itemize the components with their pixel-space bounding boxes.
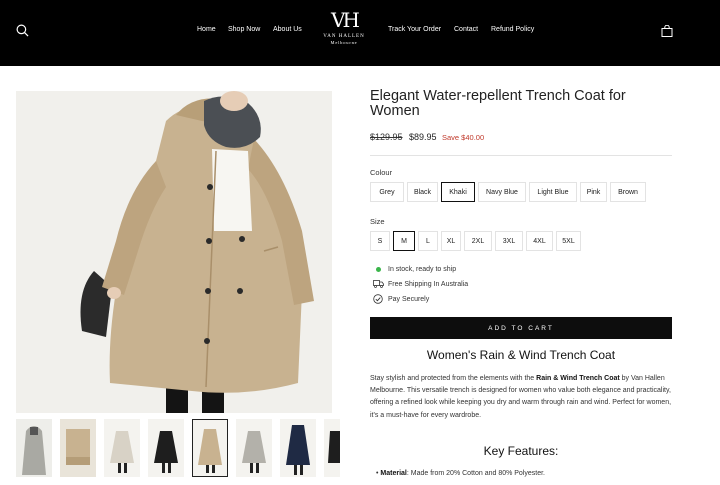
thumbnail-1[interactable] xyxy=(16,419,52,477)
size-option-5xl[interactable]: 5XL xyxy=(556,231,581,251)
product-main-image[interactable] xyxy=(16,91,332,413)
stock-status: In stock, ready to ship xyxy=(372,266,456,273)
thumbnail-strip xyxy=(16,419,340,477)
thumbnail-7[interactable] xyxy=(280,419,316,477)
nav-contact[interactable]: Contact xyxy=(454,26,478,33)
colour-option-khaki[interactable]: Khaki xyxy=(441,182,475,202)
description-heading: Women's Rain & Wind Trench Coat xyxy=(426,348,616,362)
shopping-bag-icon[interactable] xyxy=(661,25,673,37)
size-option-3xl[interactable]: 3XL xyxy=(495,231,523,251)
key-feature-item: • Material: Made from 20% Cotton and 80%… xyxy=(376,470,546,477)
colour-label: Colour xyxy=(370,168,393,177)
key-features-heading: Key Features: xyxy=(483,444,559,458)
shipping-info: Free Shipping In Australia xyxy=(372,280,468,288)
size-option-2xl[interactable]: 2XL xyxy=(464,231,492,251)
stock-status-text: In stock, ready to ship xyxy=(388,266,457,273)
price-sale: $89.95 xyxy=(409,132,437,142)
nav-track-order[interactable]: Track Your Order xyxy=(388,26,441,33)
size-option-s[interactable]: S xyxy=(370,231,390,251)
nav-home[interactable]: Home xyxy=(197,26,216,33)
secure-payment-text: Pay Securely xyxy=(388,295,430,303)
size-option-m[interactable]: M xyxy=(393,231,415,251)
shipping-info-text: Free Shipping In Australia xyxy=(388,280,469,288)
colour-option-brown[interactable]: Brown xyxy=(610,182,646,202)
price-original: $129.95 xyxy=(370,132,403,142)
logo-name: VAN HALLEN xyxy=(323,34,365,39)
nav-refund-policy[interactable]: Refund Policy xyxy=(491,26,534,33)
thumbnail-8[interactable] xyxy=(324,419,340,477)
add-to-cart-button[interactable]: ADD TO CART xyxy=(370,317,672,339)
logo-subtitle: Melbourne xyxy=(330,40,358,45)
search-icon[interactable] xyxy=(16,24,29,37)
status-dot-icon xyxy=(372,267,384,272)
thumbnail-2[interactable] xyxy=(60,419,96,477)
colour-option-black[interactable]: Black xyxy=(407,182,438,202)
thumbnail-5[interactable] xyxy=(192,419,228,477)
size-option-4xl[interactable]: 4XL xyxy=(526,231,553,251)
thumbnail-3[interactable] xyxy=(104,419,140,477)
size-label: Size xyxy=(370,217,385,226)
size-option-l[interactable]: L xyxy=(418,231,438,251)
thumbnail-4[interactable] xyxy=(148,419,184,477)
save-badge: Save $40.00 xyxy=(442,133,485,142)
secure-payment: Pay Securely xyxy=(372,294,429,304)
colour-option-navy-blue[interactable]: Navy Blue xyxy=(478,182,526,202)
colour-option-light-blue[interactable]: Light Blue xyxy=(529,182,577,202)
colour-option-grey[interactable]: Grey xyxy=(370,182,404,202)
nav-about-us[interactable]: About Us xyxy=(273,26,302,33)
size-option-xl[interactable]: XL xyxy=(441,231,461,251)
description-text: Stay stylish and protected from the elem… xyxy=(370,375,672,419)
product-title: Elegant Water-repellent Trench Coat for … xyxy=(370,88,626,119)
brand-logo[interactable]: VH VAN HALLEN Melbourne xyxy=(318,10,370,50)
shield-check-icon xyxy=(372,294,384,304)
thumbnail-6[interactable] xyxy=(236,419,272,477)
logo-monogram: VH xyxy=(331,8,360,32)
divider xyxy=(370,155,672,156)
site-header: Home Shop Now About Us VH VAN HALLEN Mel… xyxy=(0,0,720,66)
truck-icon xyxy=(372,280,384,288)
nav-shop-now[interactable]: Shop Now xyxy=(228,26,260,33)
colour-option-pink[interactable]: Pink xyxy=(580,182,607,202)
